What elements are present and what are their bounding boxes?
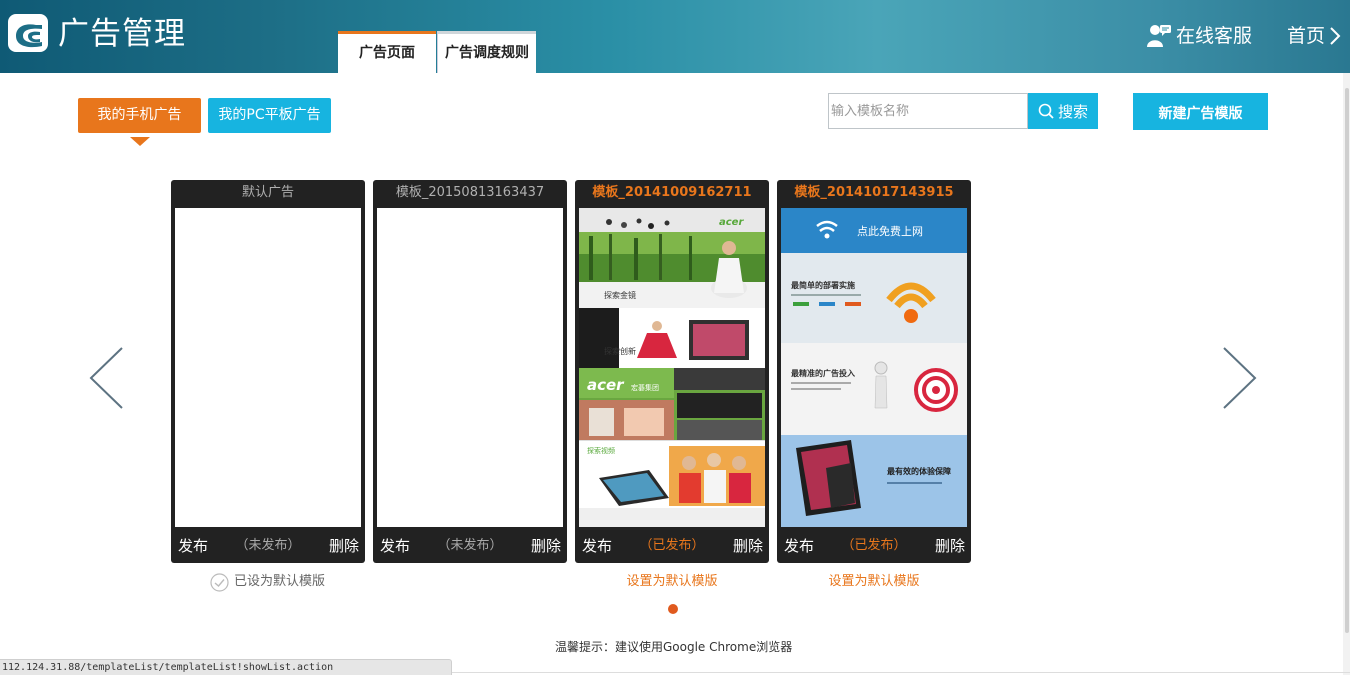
banner-text: 点此免费上网 — [857, 224, 923, 238]
template-card: 模板_20150813163437 （未发布） 发布 删除 — [373, 180, 567, 563]
my-pc-tablet-ads-button[interactable]: 我的PC平板广告 — [208, 98, 331, 133]
card-footer: （已发布） 发布 删除 — [777, 532, 971, 560]
acer-logo-text: acer — [719, 217, 744, 228]
app-title: 广告管理 — [58, 16, 186, 52]
publish-button[interactable]: 发布 — [178, 532, 208, 560]
slide-caption: 宏碁集团 — [631, 383, 659, 392]
home-link[interactable]: 首页 — [1287, 22, 1341, 50]
template-preview[interactable]: 点此免费上网 最简单的部署实施 最精准的广告投入 最有效的体验保障 — [781, 208, 967, 527]
online-support-link[interactable]: 在线客服 — [1146, 22, 1252, 50]
browser-tip-text: 温馨提示：建议使用Google Chrome浏览器 — [555, 640, 793, 654]
my-mobile-ads-button[interactable]: 我的手机广告 — [78, 98, 201, 133]
card-title: 模板_20141017143915 — [794, 185, 954, 200]
template-preview[interactable] — [175, 208, 361, 527]
set-default-template-link[interactable]: 设置为默认模版 — [575, 572, 769, 592]
template-card: 模板_20141017143915 点此免费上网 最简单的部署实施 最精准的广告… — [777, 180, 971, 563]
panel-heading: 最简单的部署实施 — [791, 280, 855, 290]
search-button-label: 搜索 — [1057, 102, 1088, 121]
card-footer: （未发布） 发布 删除 — [373, 532, 567, 560]
search-button[interactable]: 搜索 — [1028, 93, 1098, 129]
template-search-input[interactable] — [828, 93, 1028, 129]
publish-button[interactable]: 发布 — [380, 532, 410, 560]
customer-service-icon — [1147, 25, 1171, 47]
active-pointer-arrow — [130, 137, 150, 146]
panel-heading: 最有效的体验保障 — [887, 466, 951, 476]
card-footer: （未发布） 发布 删除 — [171, 532, 365, 560]
slide-caption: 探索创新 — [604, 346, 636, 356]
acer-logo-text: acer — [587, 376, 625, 394]
header-bar: 广告管理 广告页面 广告调度规则 在线客服 首页 — [0, 0, 1350, 73]
delete-button[interactable]: 删除 — [531, 532, 561, 560]
delete-button[interactable]: 删除 — [329, 532, 359, 560]
publish-button[interactable]: 发布 — [784, 532, 814, 560]
slide-caption: 探索金镜 — [604, 290, 636, 300]
delete-button[interactable]: 删除 — [935, 532, 965, 560]
page-scrollbar-thumb[interactable] — [1345, 88, 1349, 633]
publish-button[interactable]: 发布 — [582, 532, 612, 560]
tab-ad-schedule-rules[interactable]: 广告调度规则 — [437, 31, 536, 73]
carousel-prev-arrow-icon[interactable] — [88, 346, 124, 410]
wifi-template-preview-image: 点此免费上网 最简单的部署实施 最精准的广告投入 最有效的体验保障 — [781, 208, 967, 527]
home-label: 首页 — [1287, 25, 1326, 47]
acer-template-preview-image: acer 探索金镜 探索创新 acer 宏碁集团 探索视频 — [579, 208, 765, 527]
card-title: 默认广告 — [241, 185, 294, 200]
template-preview[interactable]: acer 探索金镜 探索创新 acer 宏碁集团 探索视频 — [579, 208, 765, 527]
template-card: 模板_20141009162711 acer 探索金镜 探索创新 acer 宏碁… — [575, 180, 769, 563]
browser-status-url: 112.124.31.88/templateList/templateList!… — [0, 659, 452, 675]
panel-heading: 最精准的广告投入 — [791, 368, 855, 378]
online-support-label: 在线客服 — [1176, 25, 1253, 47]
check-circle-icon — [210, 572, 229, 592]
card-title: 模板_20150813163437 — [395, 185, 545, 200]
window-bottom-edge — [452, 672, 1350, 673]
card-title: 模板_20141009162711 — [592, 185, 752, 200]
chevron-right-icon — [1330, 27, 1341, 45]
default-template-indicator: 已设为默认模版 — [210, 572, 325, 592]
default-template-label: 已设为默认模版 — [234, 574, 326, 589]
template-card-default: 默认广告 （未发布） 发布 删除 — [171, 180, 365, 563]
set-default-template-link[interactable]: 设置为默认模版 — [777, 572, 971, 592]
new-ad-template-button[interactable]: 新建广告模版 — [1133, 93, 1268, 130]
slide-caption: 探索视频 — [587, 446, 615, 455]
delete-button[interactable]: 删除 — [733, 532, 763, 560]
tab-ad-pages[interactable]: 广告页面 — [338, 31, 436, 73]
search-icon — [1038, 103, 1054, 119]
app-logo-icon — [8, 14, 48, 52]
carousel-page-dot[interactable] — [668, 604, 678, 614]
app-root: 广告管理 广告页面 广告调度规则 在线客服 首页 我的手机广告 我的PC平板广告 — [0, 0, 1350, 675]
carousel-next-arrow-icon[interactable] — [1222, 346, 1258, 410]
card-footer: （已发布） 发布 删除 — [575, 532, 769, 560]
template-preview[interactable] — [377, 208, 563, 527]
